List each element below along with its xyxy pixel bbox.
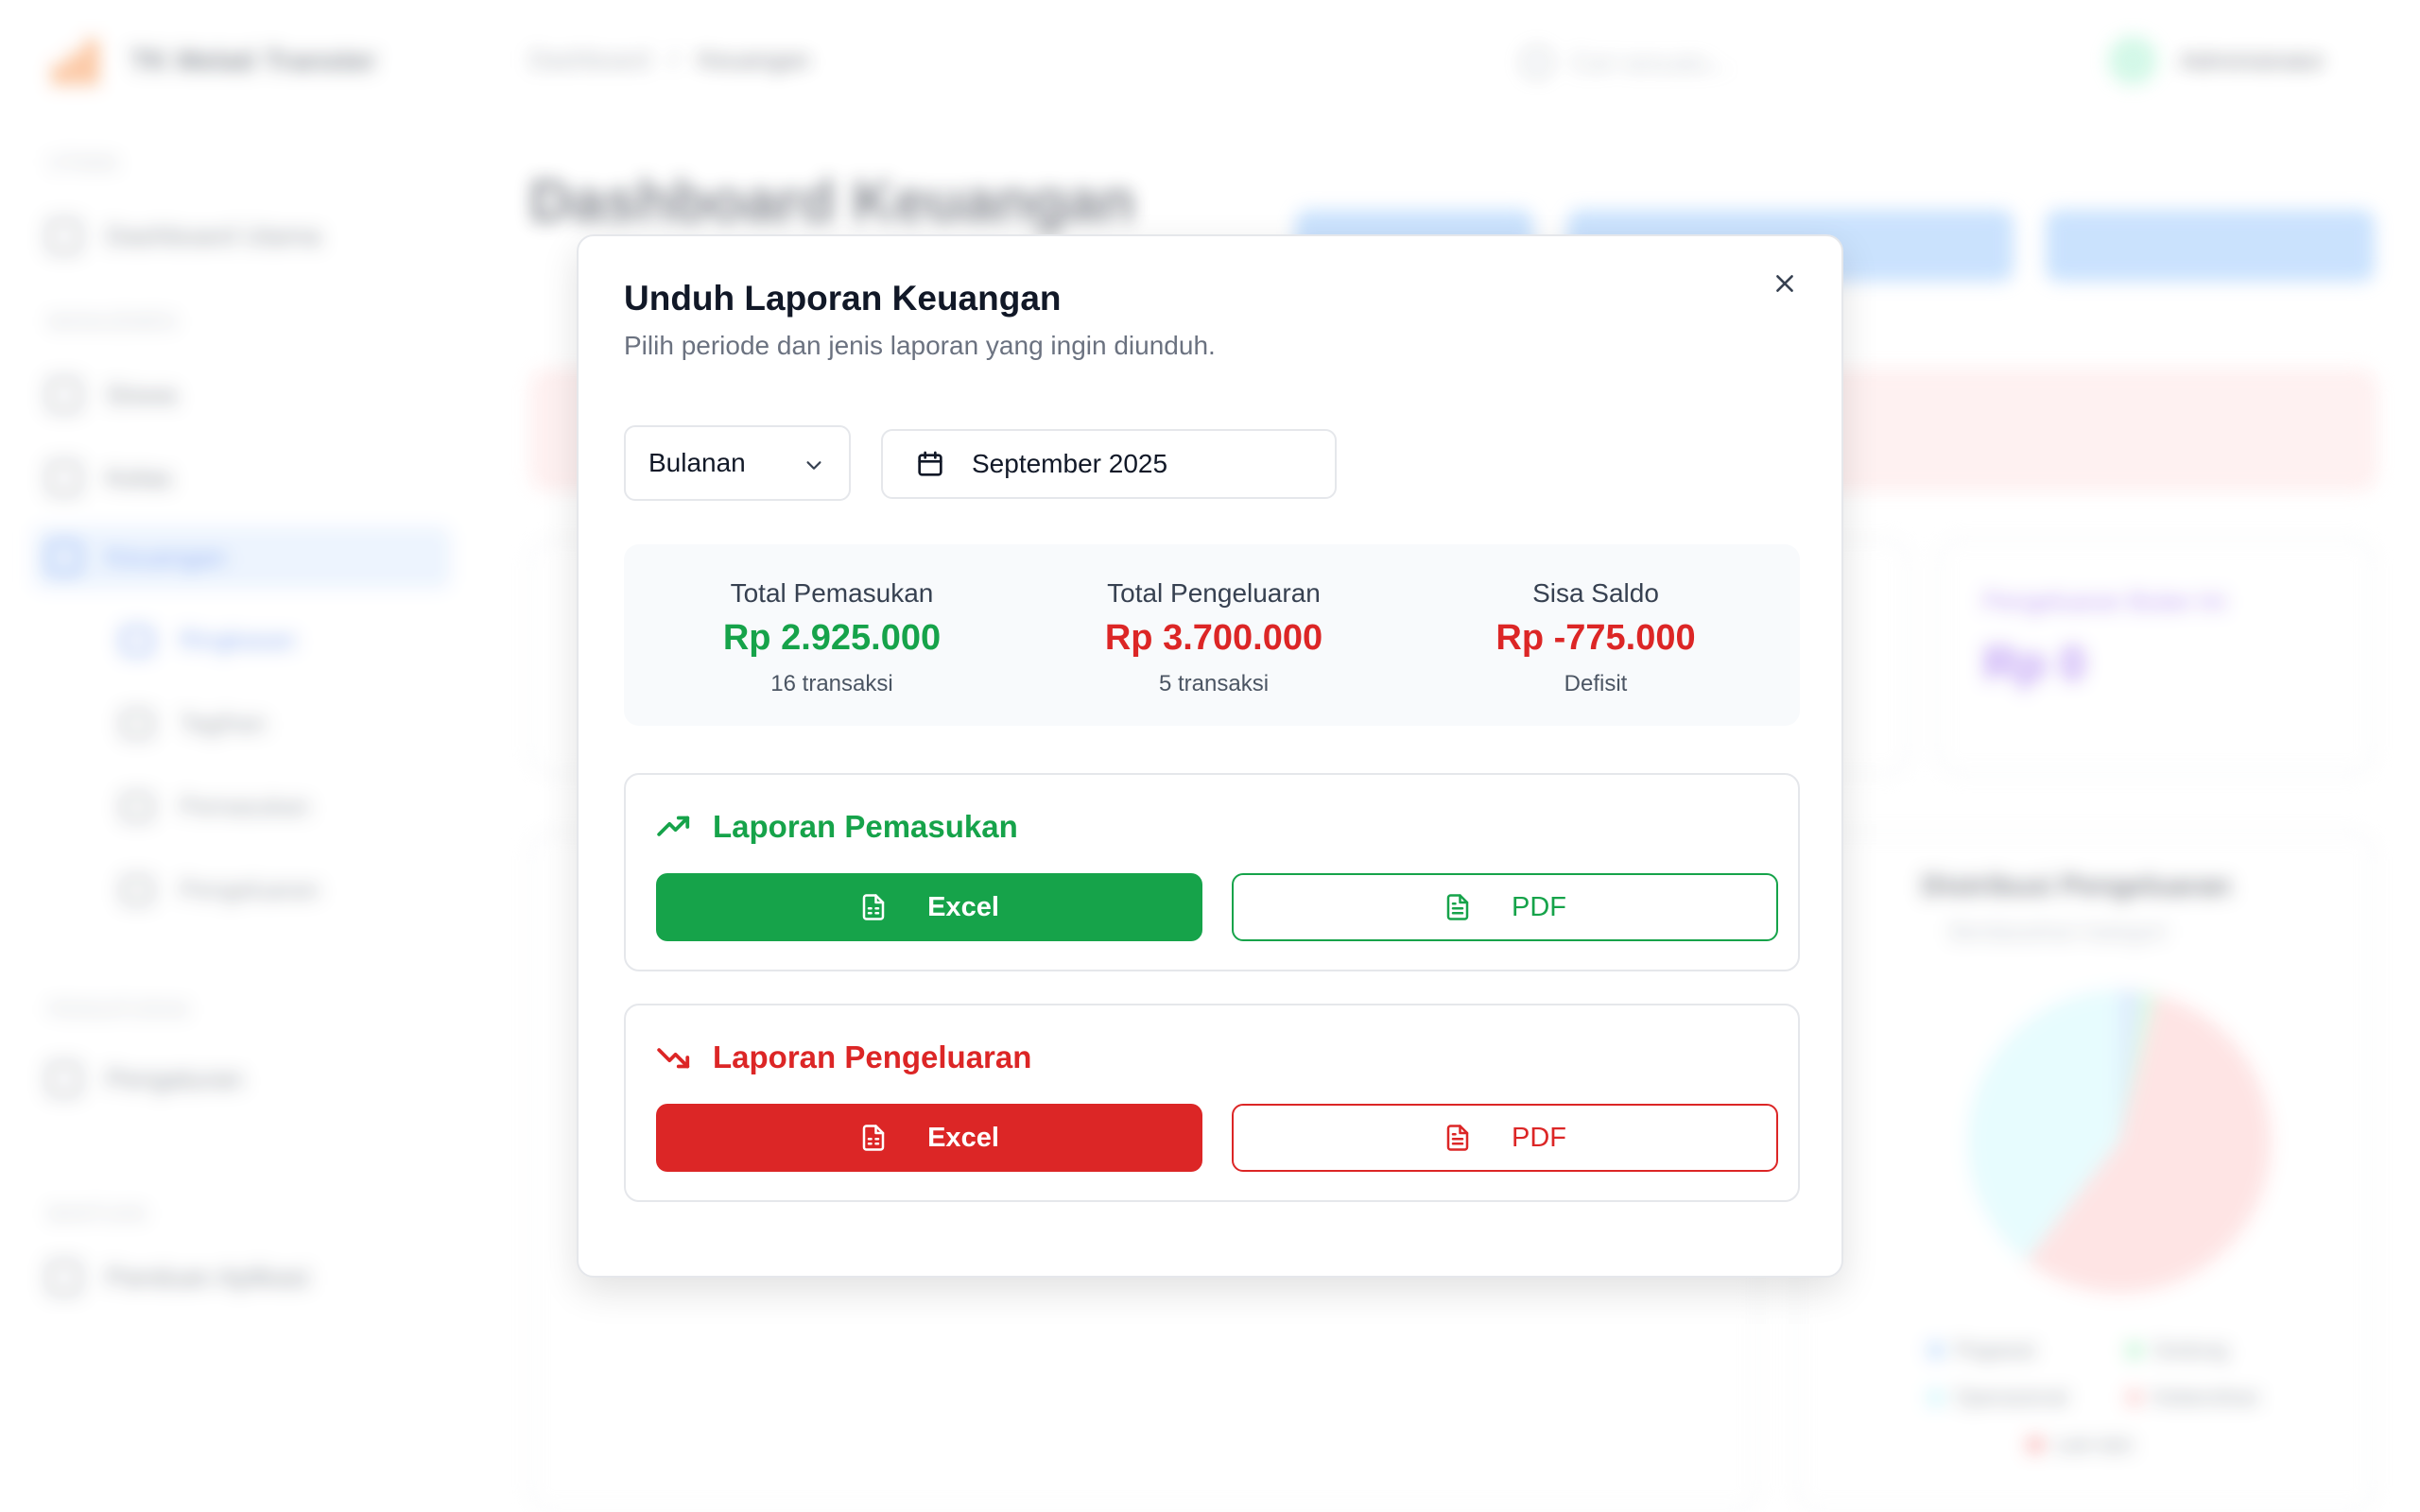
close-icon: [1776, 275, 1793, 292]
summary-label: Total Pengeluaran: [1107, 578, 1321, 608]
expense-report-card: Laporan Pengeluaran Excel PDF: [624, 1004, 1800, 1202]
expense-excel-button[interactable]: Excel: [656, 1104, 1202, 1172]
summary-panel: Total Pemasukan Rp 2.925.000 16 transaks…: [624, 544, 1800, 726]
summary-value: Rp -775.000: [1495, 618, 1696, 658]
income-excel-button[interactable]: Excel: [656, 873, 1202, 941]
summary-value: Rp 3.700.000: [1104, 618, 1323, 658]
summary-value: Rp 2.925.000: [722, 618, 942, 658]
calendar-icon: [918, 451, 942, 476]
summary-expense: Total Pengeluaran Rp 3.700.000 5 transak…: [1025, 544, 1403, 726]
summary-note: 5 transaksi: [1158, 671, 1270, 696]
period-select[interactable]: Bulanan: [624, 425, 851, 501]
summary-note: 16 transaksi: [770, 671, 893, 696]
expense-report-title: Laporan Pengeluaran: [713, 1040, 1032, 1074]
modal-title: Unduh Laporan Keuangan: [624, 279, 1062, 318]
download-report-modal: Unduh Laporan Keuangan Pilih periode dan…: [577, 234, 1843, 1278]
modal-description: Pilih periode dan jenis laporan yang ing…: [624, 331, 1216, 360]
expense-pdf-button[interactable]: PDF: [1232, 1104, 1778, 1172]
button-label: Excel: [927, 891, 999, 922]
button-label: Excel: [927, 1122, 999, 1153]
summary-note: Defisit: [1564, 671, 1628, 696]
button-label: PDF: [1512, 1122, 1566, 1153]
close-button[interactable]: [1764, 263, 1806, 304]
date-picker-value: September 2025: [972, 449, 1168, 478]
file-text-icon: [1446, 894, 1469, 920]
summary-label: Total Pemasukan: [730, 578, 934, 608]
trending-down-icon: [657, 1048, 690, 1069]
spreadsheet-icon: [862, 1125, 885, 1151]
summary-income: Total Pemasukan Rp 2.925.000 16 transaks…: [643, 544, 1021, 726]
period-select-value: Bulanan: [648, 448, 746, 477]
summary-balance: Sisa Saldo Rp -775.000 Defisit: [1407, 544, 1785, 726]
income-report-card: Laporan Pemasukan Excel PDF: [624, 773, 1800, 971]
spreadsheet-icon: [862, 894, 885, 920]
expense-report-header: Laporan Pengeluaran: [656, 1040, 1031, 1075]
income-report-title: Laporan Pemasukan: [713, 809, 1018, 844]
income-report-header: Laporan Pemasukan: [656, 809, 1018, 845]
income-pdf-button[interactable]: PDF: [1232, 873, 1778, 941]
date-picker[interactable]: September 2025: [881, 429, 1337, 499]
file-text-icon: [1446, 1125, 1469, 1151]
trending-up-icon: [657, 816, 690, 836]
chevron-down-icon: [806, 461, 821, 470]
button-label: PDF: [1512, 891, 1566, 922]
summary-label: Sisa Saldo: [1532, 578, 1659, 608]
